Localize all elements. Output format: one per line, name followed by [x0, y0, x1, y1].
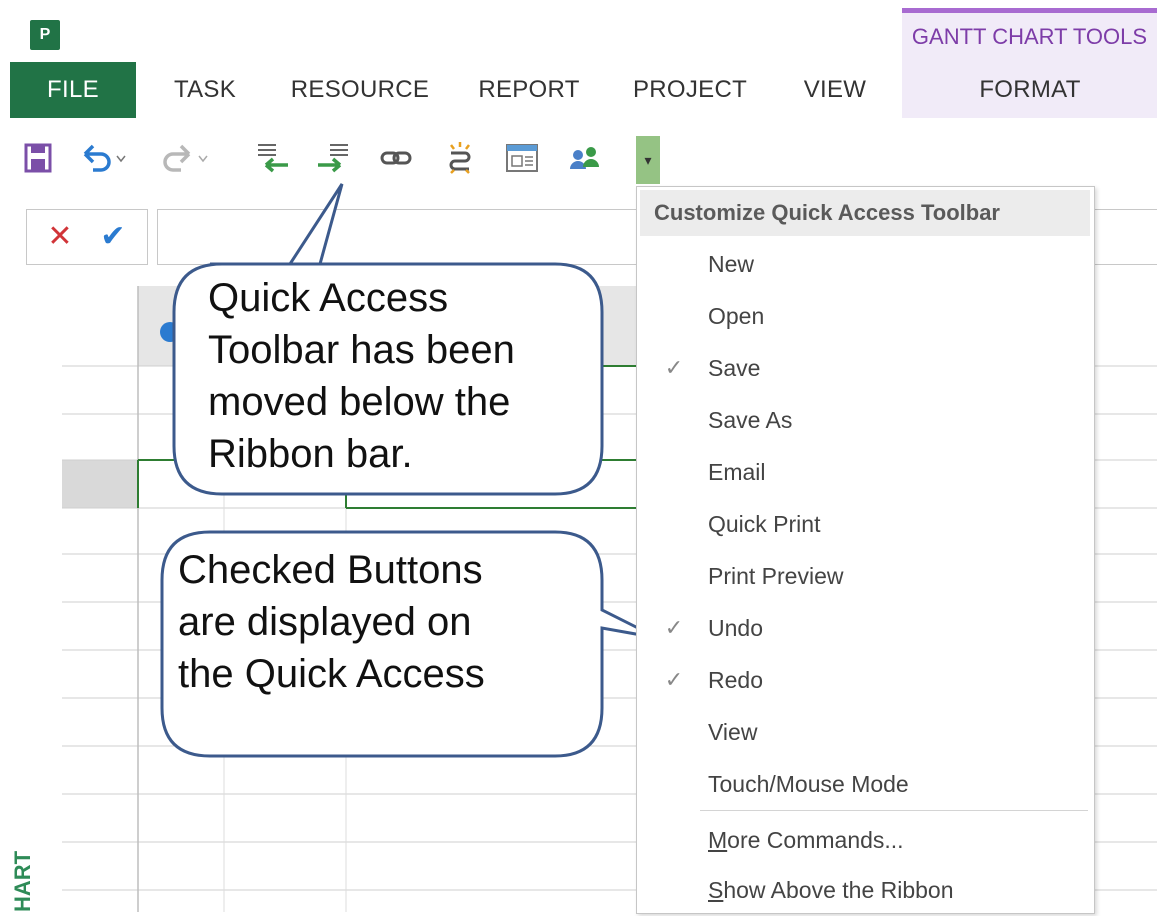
menu-item-undo[interactable]: ✓ Undo [640, 602, 1090, 654]
callout-line: Ribbon bar. [208, 432, 413, 476]
callout-line: Checked Buttons [178, 548, 483, 592]
menu-item-touch-mouse-mode[interactable]: Touch/Mouse Mode [640, 758, 1090, 810]
callout-toolbar-moved: Quick Access Toolbar has been moved belo… [208, 272, 588, 480]
menu-item-label: Show Above the Ribbon [708, 877, 1090, 904]
menu-item-label: Touch/Mouse Mode [708, 770, 909, 797]
menu-item-more-commands[interactable]: More Commands... [640, 814, 1090, 866]
menu-item-save[interactable]: ✓ Save [640, 342, 1090, 394]
menu-item-open[interactable]: Open [640, 290, 1090, 342]
menu-item-print-preview[interactable]: Print Preview [640, 550, 1090, 602]
check-icon: ✓ [664, 667, 684, 692]
menu-item-quick-print[interactable]: Quick Print [640, 498, 1090, 550]
menu-item-label: View [708, 718, 758, 745]
menu-item-label: New [708, 250, 755, 277]
check-icon: ✓ [664, 615, 684, 640]
callout-line: Toolbar has been [208, 328, 515, 372]
menu-item-label-rest: how Above the Ribbon [723, 876, 954, 903]
callout-line: moved below the [208, 380, 511, 424]
menu-item-save-as[interactable]: Save As [640, 394, 1090, 446]
menu-separator [700, 810, 1088, 811]
callout-line: the Quick Access [178, 652, 485, 696]
menu-item-show-above-ribbon[interactable]: Show Above the Ribbon [640, 864, 1090, 916]
check-icon: ✓ [664, 355, 684, 380]
menu-item-view[interactable]: View [640, 706, 1090, 758]
menu-item-label: Open [708, 302, 765, 329]
callout-checked-buttons: Checked Buttons are displayed on the Qui… [178, 544, 598, 700]
menu-item-label: Email [708, 458, 766, 485]
menu-item-label-rest: ore Commands... [727, 826, 904, 853]
accelerator-key: S [708, 876, 724, 903]
menu-item-label: Redo [708, 666, 763, 693]
menu-item-email[interactable]: Email [640, 446, 1090, 498]
menu-item-label: Quick Print [708, 510, 821, 537]
callout-line: are displayed on [178, 600, 472, 644]
menu-title: Customize Quick Access Toolbar [640, 190, 1090, 236]
menu-item-label: Undo [708, 614, 763, 641]
accelerator-key: M [708, 826, 728, 853]
menu-item-label: More Commands... [708, 827, 1090, 854]
menu-item-label: Save [708, 354, 761, 381]
menu-item-label: Save As [708, 406, 793, 433]
menu-item-new[interactable]: New [640, 238, 1090, 290]
menu-item-label: Print Preview [708, 562, 844, 589]
callout-line: Quick Access [208, 276, 449, 320]
menu-item-redo[interactable]: ✓ Redo [640, 654, 1090, 706]
